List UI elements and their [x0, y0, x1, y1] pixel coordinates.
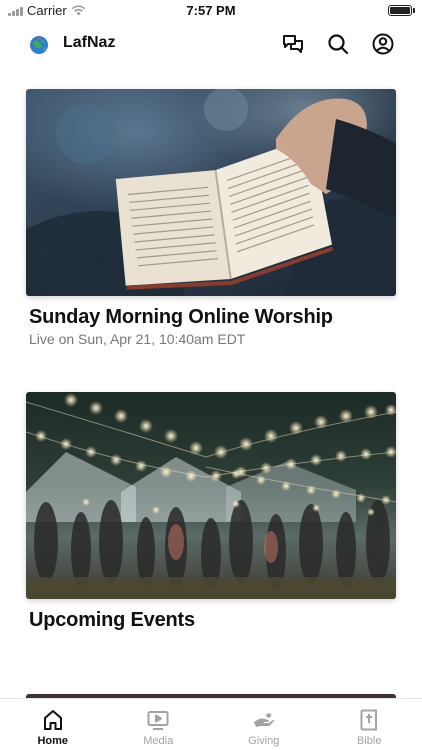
status-time: 7:57 PM — [186, 3, 236, 18]
tab-label: Giving — [248, 735, 280, 747]
giving-icon — [253, 713, 274, 727]
card-subtitle: Live on Sun, Apr 21, 10:40am EDT — [29, 331, 246, 347]
tab-giving[interactable]: Giving — [211, 699, 317, 750]
app-header: LafNaz — [0, 22, 422, 66]
card-title: Sunday Morning Online Worship — [29, 306, 333, 328]
tab-media[interactable]: Media — [106, 699, 212, 750]
battery-cap — [413, 8, 415, 13]
app-title: LafNaz — [63, 34, 116, 51]
globe-logo-icon[interactable] — [28, 34, 50, 56]
open-bible-photo[interactable] — [26, 89, 396, 296]
chat-icon[interactable] — [281, 32, 305, 56]
feed: Sunday Morning Online Worship Live on Su… — [0, 66, 422, 698]
string-lights-event-photo[interactable] — [26, 392, 396, 599]
status-bar: Carrier 7:57 PM — [0, 0, 422, 22]
worship-card[interactable]: Sunday Morning Online Worship Live on Su… — [26, 89, 396, 347]
tab-home[interactable]: Home — [0, 699, 106, 750]
bible-icon — [360, 709, 378, 731]
media-icon — [147, 711, 169, 730]
battery-icon — [388, 5, 412, 16]
tab-label: Media — [143, 735, 174, 747]
profile-icon[interactable] — [371, 32, 395, 56]
events-card[interactable]: Upcoming Events — [26, 392, 396, 632]
tab-bar: Home Media Giving Bible — [0, 698, 422, 750]
home-icon — [43, 710, 62, 730]
tab-bible[interactable]: Bible — [317, 699, 422, 750]
tab-label: Home — [37, 735, 69, 747]
card-title: Upcoming Events — [29, 609, 195, 631]
battery-level — [390, 7, 410, 14]
tab-label: Bible — [357, 735, 382, 747]
search-icon[interactable] — [326, 32, 350, 56]
